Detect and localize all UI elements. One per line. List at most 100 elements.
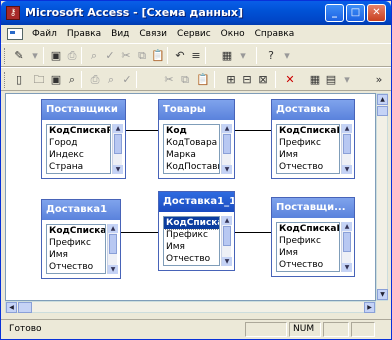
- scroll-up-icon[interactable]: ▲: [222, 216, 232, 225]
- show-all-icon[interactable]: ⊠: [255, 72, 271, 87]
- print-preview-icon[interactable]: ⌕: [103, 72, 119, 87]
- database-window-icon[interactable]: ▦: [307, 72, 323, 87]
- dropdown-arrow-icon[interactable]: ▾: [27, 48, 43, 63]
- field-item[interactable]: Отчество: [47, 261, 105, 273]
- scroll-down-icon[interactable]: ▼: [113, 165, 123, 174]
- scroll-up-icon[interactable]: ▲: [108, 224, 118, 233]
- menu-help[interactable]: Справка: [250, 29, 300, 39]
- field-item[interactable]: КодСпискаРа: [277, 223, 339, 235]
- table-title[interactable]: Товары: [159, 100, 234, 120]
- scroll-thumb[interactable]: [109, 234, 117, 254]
- table-title[interactable]: Доставка: [272, 100, 354, 120]
- dropdown-arrow-icon[interactable]: ▾: [339, 72, 355, 87]
- menu-tools[interactable]: Сервис: [172, 29, 216, 39]
- print-icon[interactable]: ⎙: [87, 72, 103, 87]
- scroll-up-icon[interactable]: ▲: [113, 124, 123, 133]
- table-delivery1-1[interactable]: Доставка1_1 КодСпискаРа Префикс Имя Отче…: [158, 191, 235, 271]
- field-list-scrollbar[interactable]: ▲ ▼: [341, 124, 352, 174]
- scroll-thumb[interactable]: [18, 302, 32, 313]
- maximize-button[interactable]: □: [346, 4, 365, 22]
- access-key-icon[interactable]: ⚷: [6, 6, 20, 20]
- new-object-icon[interactable]: ▤: [323, 72, 339, 87]
- open-folder-icon[interactable]: 🗀: [31, 72, 47, 87]
- field-list-scrollbar[interactable]: ▲ ▼: [107, 224, 118, 274]
- print-preview-icon[interactable]: ⌕: [86, 48, 102, 63]
- scroll-down-icon[interactable]: ▼: [222, 165, 232, 174]
- scroll-down-icon[interactable]: ▼: [342, 263, 352, 272]
- field-item[interactable]: Код: [164, 125, 219, 137]
- scroll-up-icon[interactable]: ▲: [377, 94, 388, 105]
- new-object-icon[interactable]: ▾: [235, 48, 251, 63]
- minimize-button[interactable]: _: [325, 4, 344, 22]
- field-item[interactable]: КодТовара: [164, 137, 219, 149]
- field-item[interactable]: Страна: [47, 161, 110, 173]
- table-suppliers-copy[interactable]: Поставщи... КодСпискаРа Префикс Имя Отче…: [271, 197, 355, 277]
- field-item[interactable]: Отчество: [277, 259, 339, 271]
- menu-file[interactable]: Файл: [27, 29, 62, 39]
- relationships-canvas[interactable]: Поставщики КодСпискаРа Город Индекс Стра…: [5, 93, 376, 301]
- design-view-icon[interactable]: ✎: [11, 48, 27, 63]
- scroll-up-icon[interactable]: ▲: [342, 124, 352, 133]
- table-products[interactable]: Товары Код КодТовара Марка КодПоставщ ▲ …: [158, 99, 235, 179]
- table-title[interactable]: Доставка1: [42, 200, 120, 220]
- field-item[interactable]: Отчество: [277, 161, 339, 173]
- document-window-icon[interactable]: [7, 28, 23, 40]
- spelling-icon[interactable]: ✓: [119, 72, 135, 87]
- table-title[interactable]: Доставка1_1: [159, 192, 234, 212]
- database-window-icon[interactable]: ▦: [219, 48, 235, 63]
- toolbar-options-icon[interactable]: ▾: [279, 48, 295, 63]
- horizontal-scrollbar[interactable]: ◀ ▶: [5, 301, 376, 313]
- search-icon[interactable]: ⌕: [64, 72, 80, 87]
- print-icon[interactable]: ⎙: [64, 48, 80, 63]
- scroll-thumb[interactable]: [223, 134, 231, 154]
- field-list-scrollbar[interactable]: ▲ ▼: [112, 124, 123, 174]
- scroll-left-icon[interactable]: ◀: [6, 302, 17, 313]
- copy-icon[interactable]: ⧉: [177, 72, 193, 87]
- new-icon[interactable]: ▯: [11, 72, 27, 87]
- title-bar[interactable]: ⚷ Microsoft Access - [Схема данных] _ □ …: [1, 1, 391, 25]
- spelling-icon[interactable]: ✓: [102, 48, 118, 63]
- table-delivery[interactable]: Доставка КодСпискаРа Префикс Имя Отчеств…: [271, 99, 355, 179]
- field-item[interactable]: Префикс: [277, 235, 339, 247]
- table-delivery1[interactable]: Доставка1 КодСпискаРа Префикс Имя Отчест…: [41, 199, 121, 279]
- field-list-scrollbar[interactable]: ▲ ▼: [341, 222, 352, 272]
- help-icon[interactable]: ?: [263, 48, 279, 63]
- field-item-selected[interactable]: КодСпискаРа: [164, 217, 219, 230]
- relationship-line[interactable]: [121, 232, 158, 233]
- menu-window[interactable]: Окно: [216, 29, 250, 39]
- show-direct-icon[interactable]: ⊟: [239, 72, 255, 87]
- scroll-down-icon[interactable]: ▼: [342, 165, 352, 174]
- relationship-line[interactable]: [235, 130, 271, 131]
- field-item[interactable]: Отчество: [164, 253, 219, 265]
- field-item[interactable]: КодПоставщ: [164, 161, 219, 173]
- scroll-thumb[interactable]: [223, 226, 231, 246]
- copy-icon[interactable]: ⧉: [134, 48, 150, 63]
- table-title[interactable]: Поставщи...: [272, 198, 354, 218]
- scroll-up-icon[interactable]: ▲: [222, 124, 232, 133]
- paste-icon[interactable]: 📋: [150, 48, 166, 63]
- vertical-scrollbar[interactable]: ▲ ▼: [376, 93, 388, 301]
- scroll-right-icon[interactable]: ▶: [364, 302, 375, 313]
- toolbar-options-icon[interactable]: »: [371, 72, 387, 87]
- scroll-down-icon[interactable]: ▼: [222, 257, 232, 266]
- field-item[interactable]: Имя: [47, 249, 105, 261]
- close-button[interactable]: ✕: [367, 4, 386, 22]
- table-suppliers[interactable]: Поставщики КодСпискаРа Город Индекс Стра…: [41, 99, 126, 179]
- field-item[interactable]: Имя: [277, 247, 339, 259]
- show-table-icon[interactable]: ⊞: [223, 72, 239, 87]
- field-item[interactable]: Префикс: [277, 137, 339, 149]
- relationship-line[interactable]: [235, 232, 271, 233]
- save-icon[interactable]: ▣: [48, 72, 64, 87]
- paste-icon[interactable]: 📋: [195, 72, 211, 87]
- field-item[interactable]: Имя: [277, 149, 339, 161]
- menu-edit[interactable]: Правка: [62, 29, 106, 39]
- menu-relations[interactable]: Связи: [134, 29, 172, 39]
- undo-icon[interactable]: ↶: [172, 48, 188, 63]
- save-icon[interactable]: ▣: [48, 48, 64, 63]
- scroll-down-icon[interactable]: ▼: [108, 265, 118, 274]
- cut-icon[interactable]: ✂: [161, 72, 177, 87]
- cut-icon[interactable]: ✂: [118, 48, 134, 63]
- field-item[interactable]: Марка: [164, 149, 219, 161]
- scroll-thumb[interactable]: [343, 232, 351, 252]
- field-item[interactable]: Город: [47, 137, 110, 149]
